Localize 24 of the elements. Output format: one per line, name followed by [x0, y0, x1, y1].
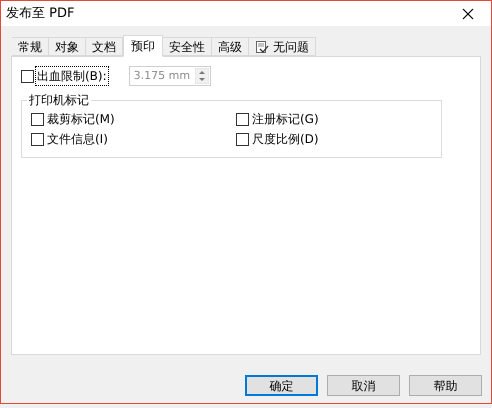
- group-title: 打印机标记: [27, 92, 91, 108]
- checkbox-label: 文件信息(I): [47, 132, 108, 146]
- checkbox[interactable]: [236, 132, 249, 146]
- tab[interactable]: 常规: [12, 37, 49, 56]
- close-icon[interactable]: [462, 8, 474, 20]
- tab[interactable]: 预印: [123, 35, 163, 57]
- tab[interactable]: 高级: [212, 37, 249, 56]
- dialog-button[interactable]: 取消: [327, 375, 400, 396]
- checklist-icon: [255, 40, 269, 54]
- checkbox[interactable]: [236, 112, 249, 126]
- tab[interactable]: 安全性: [163, 37, 212, 56]
- checkbox-label: 注册标记(G): [252, 112, 319, 126]
- checkbox-label: 尺度比例(D): [252, 132, 319, 146]
- dialog-button[interactable]: 帮助: [409, 375, 482, 396]
- dialog-button[interactable]: 确定: [245, 375, 318, 396]
- checkbox-label: 裁剪标记(M): [47, 112, 115, 126]
- checkbox-label: 出血限制(B):: [35, 66, 109, 86]
- tab[interactable]: 文档: [86, 37, 123, 56]
- checkbox[interactable]: [31, 112, 44, 126]
- checkbox[interactable]: [31, 132, 44, 146]
- tab[interactable]: 无问题: [249, 37, 316, 56]
- window-title: 发布至 PDF: [6, 4, 74, 23]
- tab[interactable]: 对象: [49, 37, 86, 56]
- field-value: 3.175 mm: [132, 68, 190, 84]
